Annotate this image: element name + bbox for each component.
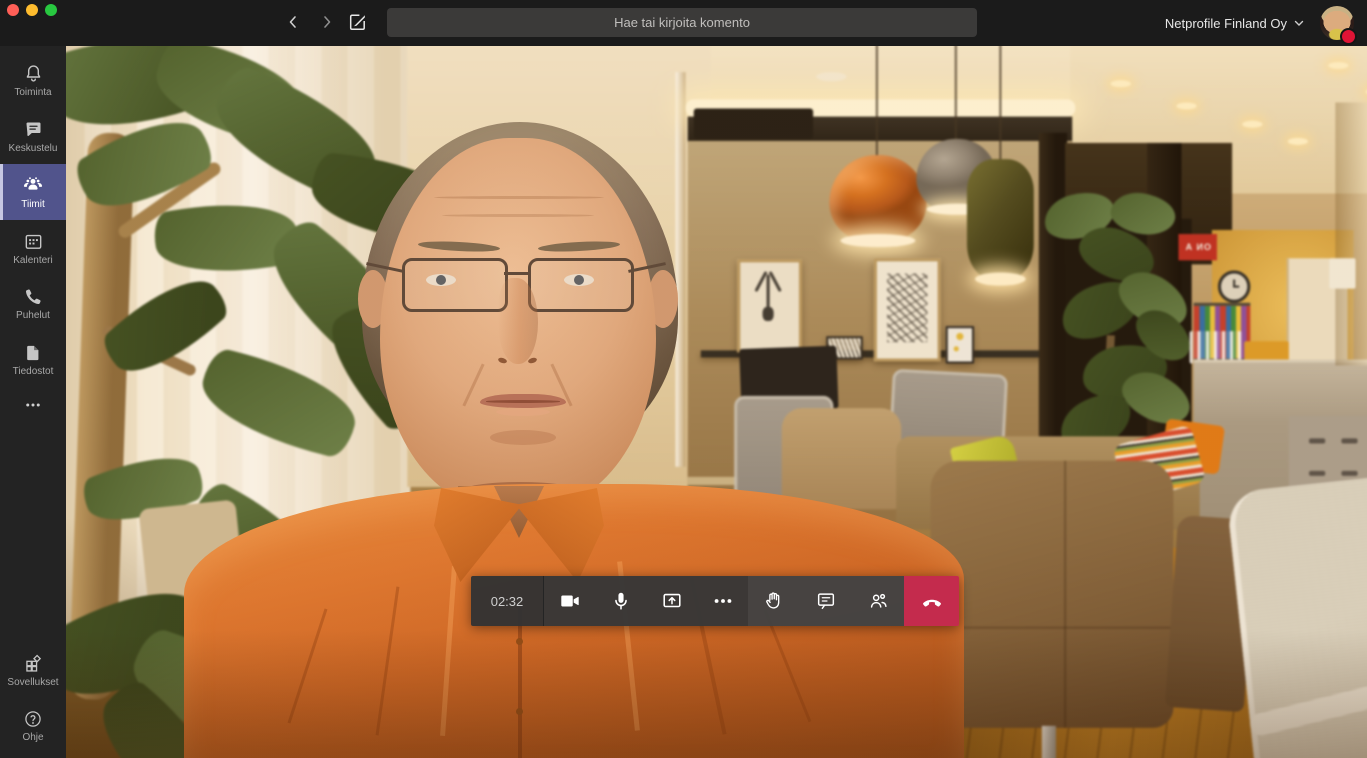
teams-window: Hae tai kirjoita komento Netprofile Finl… (0, 0, 1367, 758)
chat-bubble-icon (815, 590, 837, 612)
sidebar-item-tiedostot[interactable]: Tiedostot (0, 332, 66, 388)
person-nose (498, 278, 538, 364)
glasses-left-lens (402, 258, 508, 312)
help-icon (23, 709, 43, 729)
lower-lip-highlight (496, 408, 550, 416)
sidebar-item-kalenteri[interactable]: Kalenteri (0, 220, 66, 276)
camera-icon (559, 590, 581, 612)
forehead-line (434, 196, 604, 199)
sidebar-label: Tiedostot (13, 366, 54, 377)
hang-up-button[interactable] (904, 576, 959, 626)
presence-busy-badge (1340, 28, 1357, 45)
sidebar-label: Toiminta (14, 87, 51, 98)
sidebar-item-ohje[interactable]: Ohje (0, 698, 66, 754)
chevron-right-icon (319, 14, 335, 30)
raise-hand-button[interactable] (748, 576, 800, 626)
participants-icon (867, 590, 889, 612)
more-apps-button[interactable] (0, 388, 66, 422)
share-screen-button[interactable] (646, 576, 697, 626)
glasses-bridge (504, 272, 528, 275)
chevron-down-icon (1293, 17, 1305, 29)
sidebar-label: Ohje (22, 732, 43, 743)
ellipsis-icon (24, 396, 42, 414)
shirt-placket (518, 606, 522, 758)
teams-icon (22, 174, 44, 196)
participants-button[interactable] (852, 576, 904, 626)
search-input[interactable]: Hae tai kirjoita komento (387, 8, 977, 37)
sidebar-label: Sovellukset (7, 677, 58, 688)
hang-up-icon (920, 589, 944, 613)
zoom-window-button[interactable] (45, 4, 57, 16)
bell-icon (23, 63, 44, 84)
person-mouth (480, 394, 566, 408)
app-rail: Toiminta Keskustelu Tiimit Kalenteri Puh… (0, 46, 66, 758)
call-control-bar: 02:32 (471, 576, 959, 626)
forehead-line (442, 214, 594, 217)
close-window-button[interactable] (7, 4, 19, 16)
sidebar-label: Kalenteri (13, 255, 52, 266)
chat-icon (23, 119, 44, 140)
share-screen-icon (661, 590, 683, 612)
title-bar: Hae tai kirjoita komento Netprofile Finl… (0, 0, 1367, 46)
new-chat-icon (348, 12, 368, 32)
microphone-button[interactable] (595, 576, 646, 626)
org-name: Netprofile Finland Oy (1165, 16, 1287, 31)
ellipsis-icon (712, 590, 734, 612)
sidebar-item-sovellukset[interactable]: Sovellukset (0, 642, 66, 698)
sidebar-item-keskustelu[interactable]: Keskustelu (0, 108, 66, 164)
chevron-left-icon (285, 14, 301, 30)
sidebar-label: Puhelut (16, 310, 50, 321)
chat-button[interactable] (800, 576, 852, 626)
back-button[interactable] (281, 10, 305, 34)
calendar-icon (23, 231, 44, 252)
sidebar-item-puhelut[interactable]: Puhelut (0, 276, 66, 332)
sidebar-item-toiminta[interactable]: Toiminta (0, 52, 66, 108)
apps-icon (23, 653, 44, 674)
chin-shadow (490, 430, 556, 445)
camera-button[interactable] (544, 576, 595, 626)
forward-button[interactable] (315, 10, 339, 34)
sidebar-label: Tiimit (21, 199, 45, 210)
shirt-button (516, 708, 523, 715)
sidebar-label: Keskustelu (9, 143, 58, 154)
tenant-switcher[interactable]: Netprofile Finland Oy (1165, 0, 1305, 46)
participant-video-self (66, 46, 1367, 758)
person-pupil (574, 275, 584, 285)
raise-hand-icon (763, 590, 785, 612)
minimize-window-button[interactable] (26, 4, 38, 16)
new-chat-button[interactable] (346, 10, 370, 34)
microphone-icon (610, 590, 632, 612)
sidebar-item-tiimit[interactable]: Tiimit (0, 164, 66, 220)
person-pupil (436, 275, 446, 285)
more-options-button[interactable] (697, 576, 748, 626)
video-stage: ON A (66, 46, 1367, 758)
sidebar-spacer (0, 422, 66, 642)
file-icon (23, 343, 43, 363)
shirt-button (516, 638, 523, 645)
phone-icon (23, 287, 43, 307)
call-timer: 02:32 (471, 576, 544, 626)
